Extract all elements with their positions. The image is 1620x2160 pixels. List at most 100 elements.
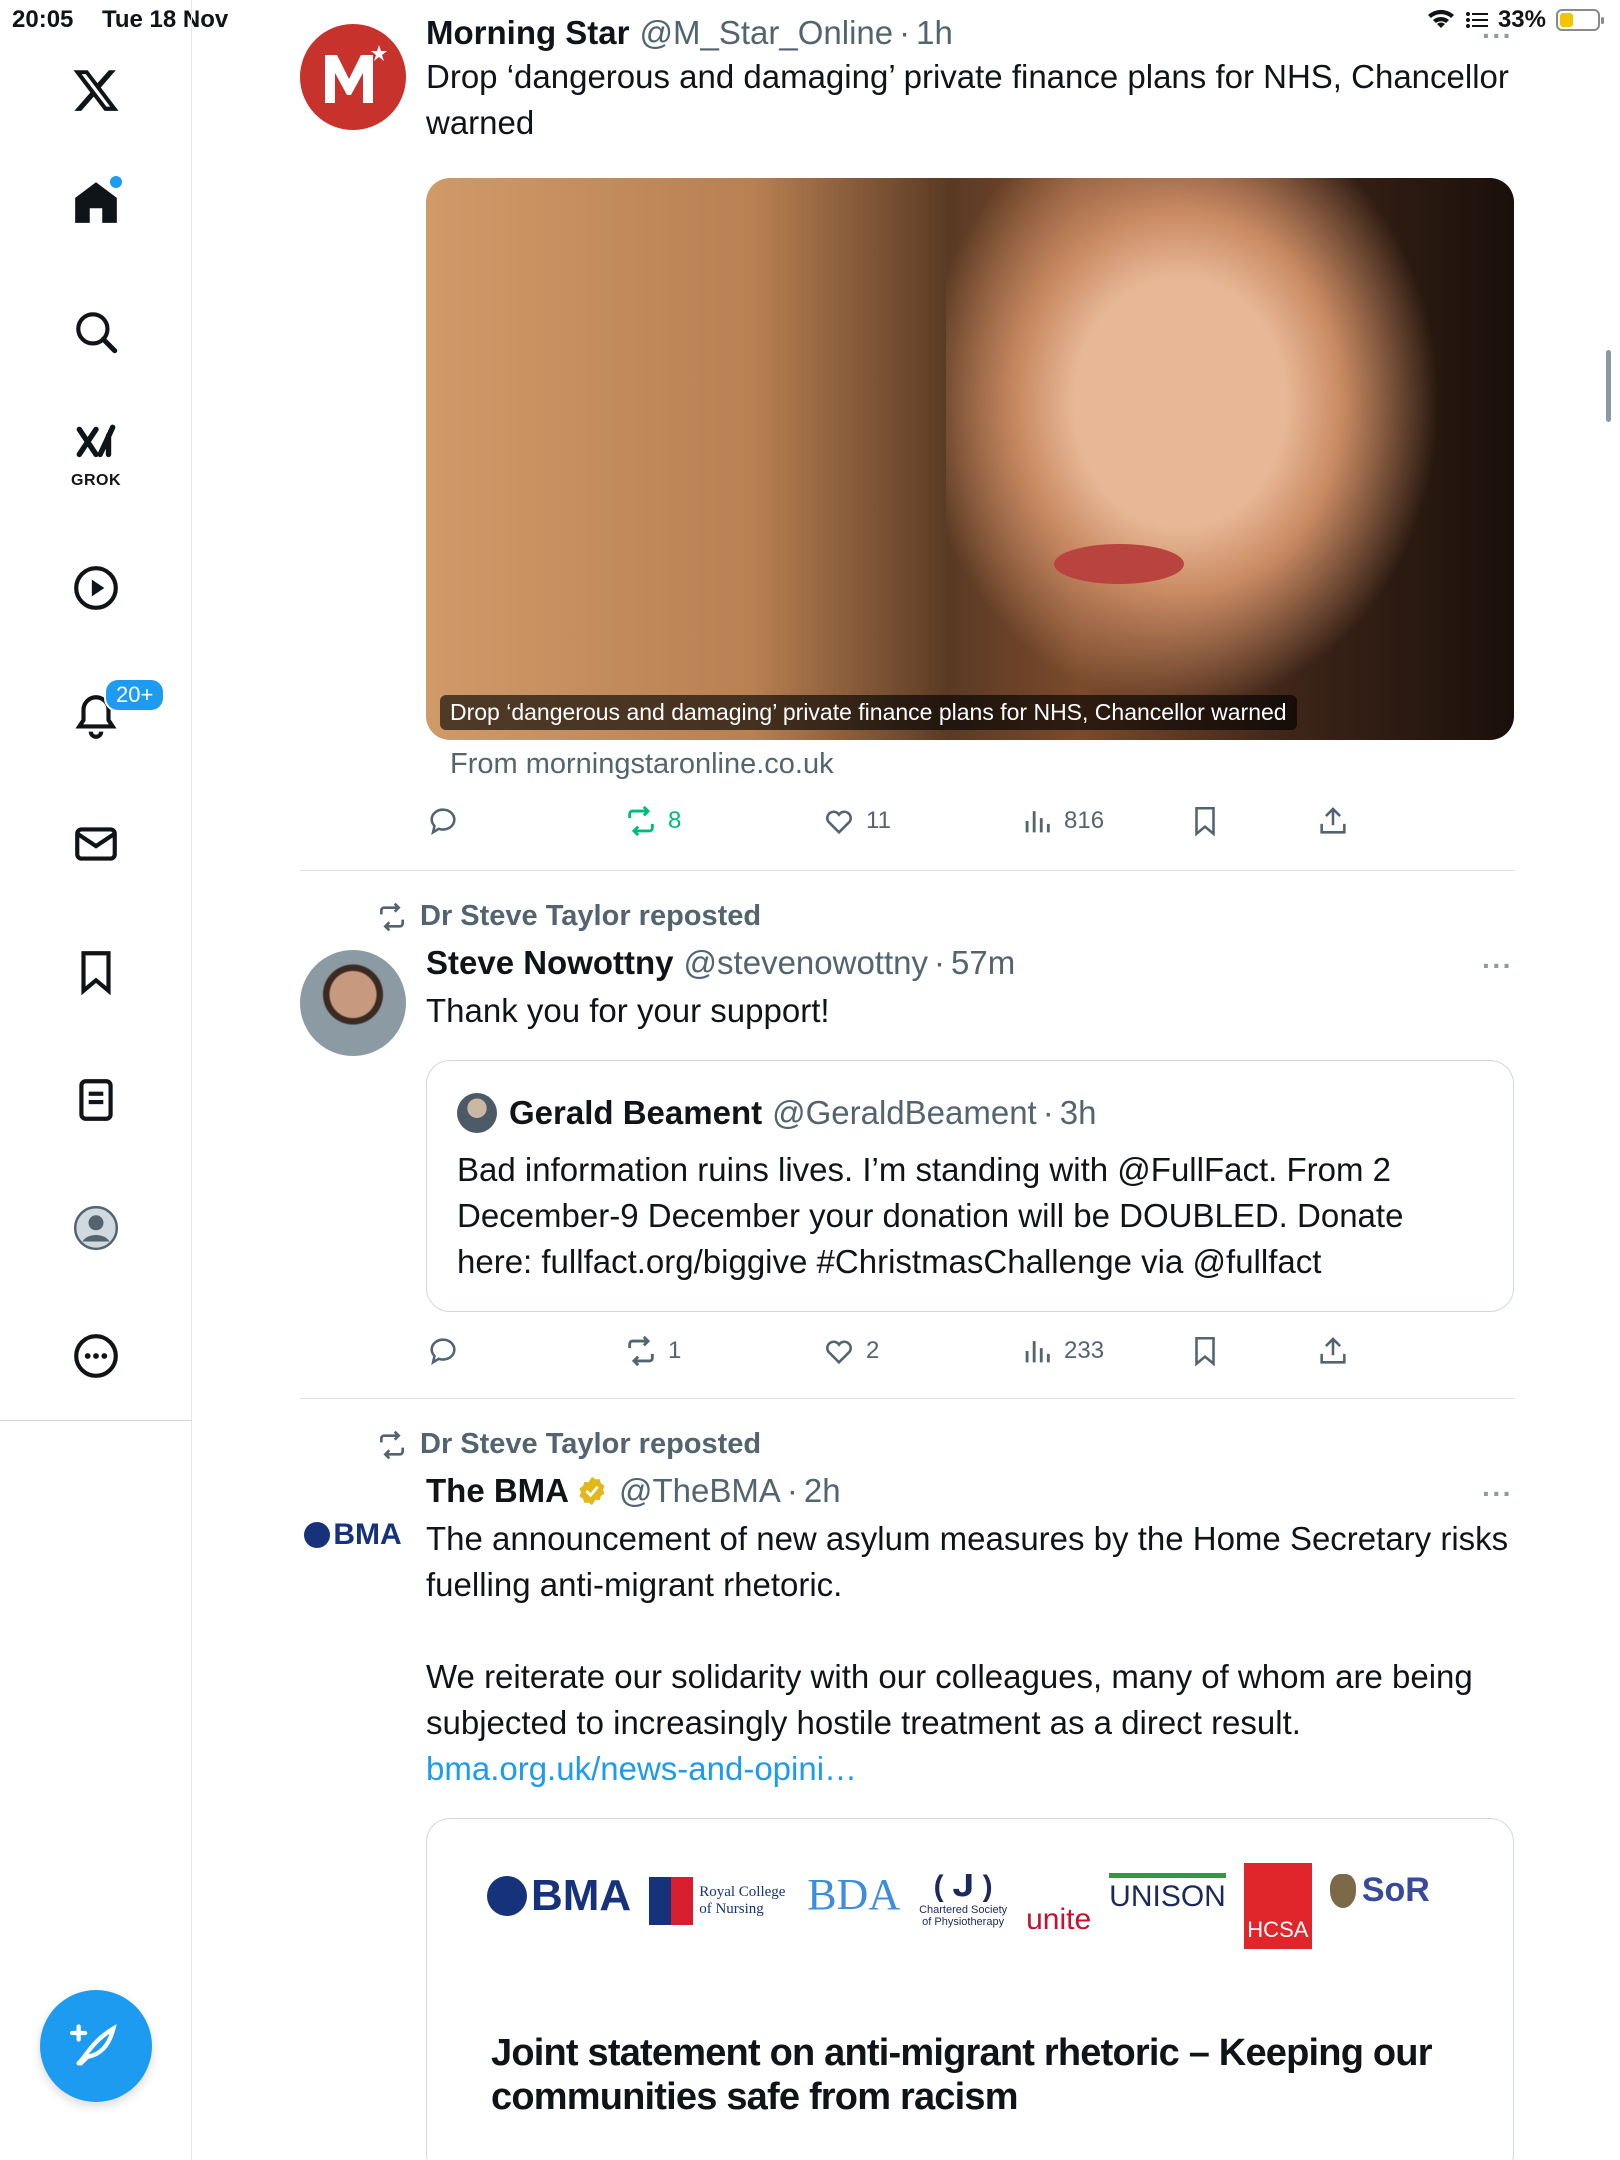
- avatar-steve-nowottny[interactable]: [300, 950, 406, 1056]
- quote-header: Gerald Beament @GeraldBeament · 3h: [457, 1093, 1096, 1133]
- link-card-source[interactable]: From morningstaronline.co.uk: [450, 748, 834, 781]
- author-name[interactable]: Morning Star: [426, 14, 630, 52]
- partner-logos: BMA Royal College of Nursing BDA ( ᒍ ) C…: [487, 1863, 1467, 1973]
- lists-icon[interactable]: [56, 1060, 136, 1140]
- logo-csp: ( ᒍ ) Chartered Society of Physiotherapy: [919, 1870, 1008, 1928]
- like-count: 11: [866, 807, 891, 834]
- views-button[interactable]: 816: [1020, 804, 1104, 838]
- home-icon[interactable]: [56, 162, 136, 242]
- search-icon[interactable]: [56, 292, 136, 372]
- link-card-caption: Drop ‘dangerous and damaging’ private fi…: [440, 695, 1297, 730]
- like-button[interactable]: 11: [822, 804, 891, 838]
- author-name[interactable]: The BMA: [426, 1472, 569, 1510]
- x-logo-icon[interactable]: [56, 50, 136, 130]
- reposted-by[interactable]: Dr Steve Taylor reposted: [376, 900, 761, 933]
- reposted-by-label: Dr Steve Taylor reposted: [420, 900, 762, 932]
- battery-icon: [1556, 9, 1604, 31]
- tweet-header: The BMA @TheBMA · 2h: [426, 1472, 1514, 1510]
- article-photo: [946, 178, 1466, 740]
- grok-label: GROK: [71, 472, 121, 489]
- notifications-icon[interactable]: 20+: [56, 676, 166, 756]
- more-options-icon[interactable]: ···: [1482, 950, 1513, 982]
- tweet-text: Drop ‘dangerous and damaging’ private fi…: [426, 58, 1509, 141]
- tweet-actions: 8 11 816: [426, 796, 1426, 846]
- tweet-time[interactable]: 1h: [916, 14, 953, 52]
- messages-icon[interactable]: [56, 804, 136, 884]
- tweet-content: Morning Star @M_Star_Online · 1h Drop ‘d…: [426, 14, 1514, 146]
- tweet-text-paragraph-1: The announcement of new asylum measures …: [426, 1520, 1509, 1603]
- bma-avatar-text: BMA: [333, 1518, 402, 1551]
- author-name[interactable]: Steve Nowottny: [426, 944, 674, 982]
- tweet-text-paragraph-2: We reiterate our solidarity with our col…: [426, 1658, 1473, 1741]
- logo-unison: UNISON: [1109, 1873, 1226, 1914]
- logo-rcn: Royal College of Nursing: [649, 1877, 789, 1925]
- views-icon: [1025, 811, 1050, 833]
- sidebar-divider: [0, 1420, 192, 1421]
- repost-icon: [628, 1335, 654, 1367]
- share-button[interactable]: [1316, 804, 1350, 838]
- views-icon: [1025, 1341, 1050, 1363]
- home-unread-dot: [110, 176, 122, 188]
- more-options-icon[interactable]: ···: [1482, 1478, 1513, 1510]
- tweet-time[interactable]: 57m: [951, 944, 1015, 982]
- more-icon[interactable]: [56, 1316, 136, 1396]
- bookmark-button[interactable]: [1188, 804, 1222, 838]
- view-count: 816: [1064, 807, 1105, 834]
- like-count: 2: [866, 1337, 880, 1364]
- views-button[interactable]: 233: [1020, 1334, 1104, 1368]
- tweet-header: Morning Star @M_Star_Online · 1h: [426, 14, 1514, 52]
- repost-button[interactable]: 1: [624, 1334, 681, 1368]
- repost-count: 1: [668, 1337, 682, 1364]
- quote-time: 3h: [1059, 1094, 1097, 1131]
- repost-icon: [380, 902, 404, 931]
- video-icon[interactable]: [56, 548, 136, 628]
- separator-dot: ·: [786, 1472, 798, 1509]
- avatar-the-bma[interactable]: BMA: [300, 1482, 406, 1588]
- tweet-link[interactable]: bma.org.uk/news-and-opini…: [426, 1746, 1514, 1792]
- like-button[interactable]: 2: [822, 1334, 879, 1368]
- repost-icon: [380, 1430, 404, 1459]
- compose-post-icon: [70, 2024, 117, 2066]
- logo-hcsa: HCSA: [1243, 1863, 1312, 1949]
- link-card-title: Joint statement on anti-migrant rhetoric…: [491, 2032, 1432, 2118]
- share-icon: [1320, 1337, 1346, 1364]
- tweet-divider: [300, 1398, 1515, 1399]
- quote-author-name: Gerald Beament: [509, 1094, 763, 1131]
- more-options-icon[interactable]: ···: [1482, 20, 1513, 52]
- link-card-image[interactable]: Drop ‘dangerous and damaging’ private fi…: [426, 178, 1514, 740]
- tweet-text: Thank you for your support!: [426, 992, 830, 1029]
- notifications-badge: 20+: [104, 678, 166, 712]
- photo-detail: [1054, 544, 1184, 584]
- logo-bda: BDA: [807, 1870, 901, 1919]
- author-handle[interactable]: @TheBMA: [619, 1472, 781, 1510]
- profile-icon[interactable]: [56, 1188, 136, 1268]
- tweet-content: Steve Nowottny @stevenowottny · 57m Than…: [426, 944, 1514, 1034]
- repost-icon: [628, 805, 654, 837]
- logo-sor: SoR: [1329, 1871, 1430, 1910]
- avatar-gerald-beament: [457, 1093, 497, 1133]
- logo-bma: BMA: [487, 1871, 631, 1921]
- quote-text: Bad information ruins lives. I’m standin…: [457, 1151, 1404, 1280]
- link-card[interactable]: BMA Royal College of Nursing BDA ( ᒍ ) C…: [426, 1818, 1514, 2160]
- repost-count: 8: [668, 807, 682, 834]
- author-handle[interactable]: @M_Star_Online: [640, 14, 894, 52]
- scrollbar-thumb[interactable]: [1606, 350, 1611, 422]
- bookmark-icon: [1195, 806, 1215, 837]
- reply-button[interactable]: [426, 804, 460, 838]
- author-handle[interactable]: @stevenowottny: [684, 944, 928, 982]
- bookmarks-icon[interactable]: [56, 932, 136, 1012]
- bookmark-button[interactable]: [1188, 1334, 1222, 1368]
- reply-button[interactable]: [426, 1334, 460, 1368]
- avatar-morning-star[interactable]: [300, 24, 406, 130]
- share-button[interactable]: [1316, 1334, 1350, 1368]
- bookmark-icon: [1195, 1336, 1215, 1367]
- compose-post-button[interactable]: [40, 1990, 152, 2102]
- heart-icon: [826, 810, 852, 835]
- share-icon: [1320, 807, 1346, 834]
- grok-icon[interactable]: GROK: [56, 412, 136, 492]
- quote-tweet[interactable]: Gerald Beament @GeraldBeament · 3h Bad i…: [426, 1060, 1514, 1312]
- repost-button[interactable]: 8: [624, 804, 681, 838]
- tweet-time[interactable]: 2h: [804, 1472, 841, 1510]
- reposted-by[interactable]: Dr Steve Taylor reposted: [376, 1428, 761, 1461]
- tweet-divider: [300, 870, 1515, 871]
